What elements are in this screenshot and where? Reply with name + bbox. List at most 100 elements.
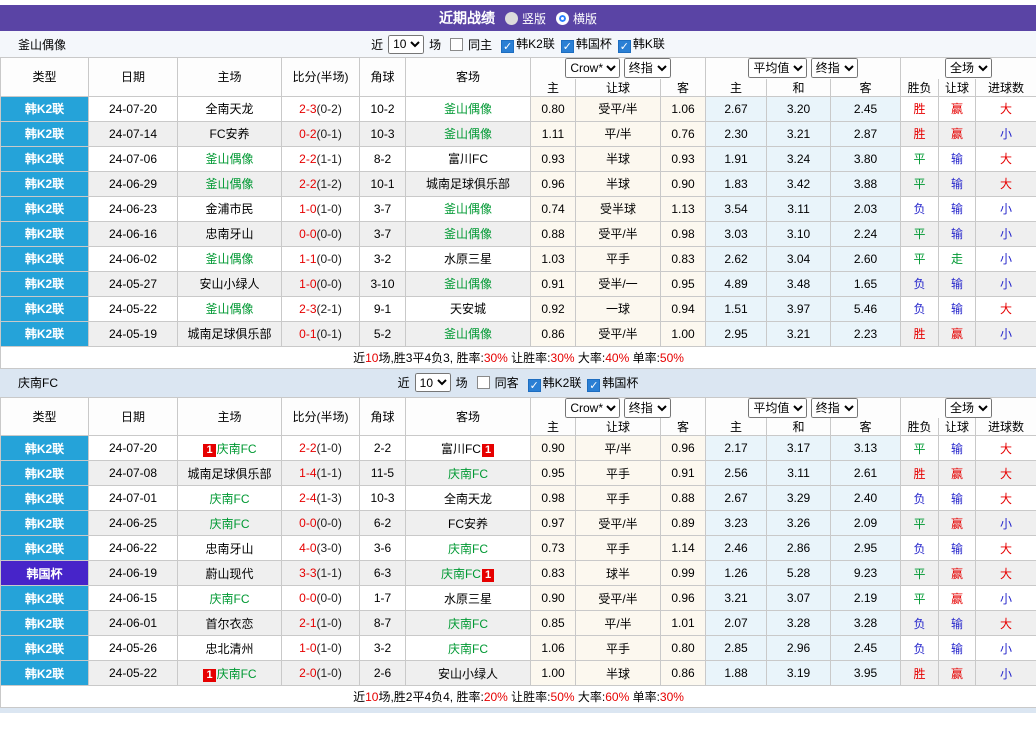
league-type-cell: 韩K2联 <box>0 460 89 486</box>
match-row: 韩K2联 24-07-14 FC安养 0-2(0-1) 10-3 釜山偶像 1.11 平/半 0… <box>0 120 1036 147</box>
crow-home-odds-cell: 0.97 <box>530 510 576 536</box>
fullgame-select[interactable]: 全场 <box>945 58 993 79</box>
avg-away-odds-cell: 3.95 <box>830 660 902 686</box>
team-name: 庆南FC <box>448 641 488 656</box>
team-name: 忠南牙山 <box>205 227 254 241</box>
match-row: 韩K2联 24-07-20 1 庆南FC 2-2(1-0) 2-2 富川FC 1 0.90 平/半… <box>0 435 1036 461</box>
team-name: 庆南FC <box>216 441 257 456</box>
avg-draw-odds-cell: 3.10 <box>766 220 832 247</box>
col-score: 比分(半场) <box>281 396 360 436</box>
crow-dropdown-group: Crow* 终指 <box>529 57 707 79</box>
fullgame-dropdown-group: 全场 <box>900 396 1036 418</box>
avg-draw-odds-cell: 3.11 <box>766 460 832 486</box>
goals-result-cell: 大 <box>975 560 1036 586</box>
avg-draw-odds-cell: 3.21 <box>766 320 832 347</box>
radio-horizontal-label: 横版 <box>573 11 598 26</box>
average-select[interactable]: 平均值 <box>748 398 808 418</box>
bookmaker-select[interactable]: Crow* <box>565 58 621 79</box>
crow-home-odds-cell: 0.83 <box>530 560 576 586</box>
handicap-result-cell: 输 <box>938 295 977 322</box>
avg-draw-odds-cell: 3.42 <box>766 170 832 197</box>
score-cell: 2-3(2-1) <box>281 295 360 322</box>
league-checkbox[interactable]: ✓ <box>587 378 601 392</box>
fullgame-select[interactable]: 全场 <box>945 398 993 418</box>
date-cell: 24-06-16 <box>88 220 178 247</box>
average-select[interactable]: 平均值 <box>748 58 808 79</box>
score-cell: 1-0(1-0) <box>281 635 360 661</box>
goals-result-cell: 小 <box>975 585 1036 611</box>
crow-away-odds-cell: 1.14 <box>659 535 707 561</box>
date-cell: 24-06-15 <box>88 585 178 611</box>
summary-text: 60% <box>605 690 630 704</box>
team-name: 富川FC <box>448 152 488 166</box>
league-checkbox[interactable]: ✓ <box>527 378 541 392</box>
corner-cell: 3-2 <box>359 635 406 661</box>
summary-text: 场,胜3平4负3, 胜率: <box>378 350 484 365</box>
final-odds-select[interactable]: 终指 <box>623 398 671 418</box>
fullgame-dropdown-group: 全场 <box>900 57 1036 79</box>
result-cell: 平 <box>900 510 940 536</box>
goals-result-cell: 大 <box>975 295 1036 322</box>
handicap-result-cell: 走 <box>938 245 977 272</box>
summary-text: 近 <box>353 350 366 365</box>
handicap-result-cell: 赢 <box>938 660 977 686</box>
crow-handicap-cell: 受平/半 <box>575 585 661 611</box>
result-cell: 胜 <box>900 320 940 347</box>
halftime-score: (0-2) <box>316 101 342 116</box>
score-cell: 2-2(1-2) <box>281 170 360 197</box>
match-row: 韩K2联 24-05-22 1 庆南FC 2-0(1-0) 2-6 安山小绿人 1.00 半球 0… <box>0 660 1036 686</box>
summary-text: 大率: <box>574 350 606 365</box>
halftime-score: (0-0) <box>316 516 342 530</box>
result-cell: 负 <box>900 635 940 661</box>
crow-handicap-cell: 平/半 <box>575 435 661 461</box>
team-name: 安山小绿人 <box>437 666 498 681</box>
final-odds-select[interactable]: 终指 <box>623 58 671 79</box>
radio-unselected-icon[interactable] <box>556 11 569 25</box>
crow-handicap-cell: 平手 <box>575 635 661 661</box>
result-cell: 平 <box>900 145 940 172</box>
result-cell: 负 <box>900 270 940 297</box>
crow-handicap-cell: 受平/半 <box>575 320 661 347</box>
league-checkbox[interactable]: ✓ <box>501 40 515 53</box>
avg-home-odds-cell: 2.30 <box>705 120 768 147</box>
team-name: 水原三星 <box>443 252 492 266</box>
radio-horizontal-layout[interactable]: 横版 <box>556 10 597 27</box>
same-venue-checkbox[interactable] <box>476 376 490 389</box>
col-type: 类型 <box>0 57 89 96</box>
match-row: 韩K2联 24-06-01 首尔衣恋 2-1(1-0) 8-7 庆南FC 0.85 平/半 1.… <box>0 610 1036 636</box>
team-name: 庆南FC <box>448 616 488 631</box>
avg-draw-odds-cell: 3.11 <box>766 195 832 222</box>
league-type-cell: 韩K2联 <box>0 120 89 147</box>
result-cell: 胜 <box>900 95 940 122</box>
col-crow-handicap: 让球 <box>575 418 661 436</box>
result-cell: 平 <box>900 435 940 461</box>
league-checkbox[interactable]: ✓ <box>560 40 574 53</box>
date-cell: 24-07-01 <box>88 485 178 511</box>
corner-cell: 3-2 <box>359 245 406 272</box>
fulltime-score: 0-0 <box>299 591 317 605</box>
score-cell: 2-3(0-2) <box>281 95 360 122</box>
goals-result-cell: 大 <box>975 610 1036 636</box>
avg-home-odds-cell: 3.03 <box>705 220 768 247</box>
same-venue-checkbox[interactable] <box>450 37 464 51</box>
score-cell: 2-4(1-3) <box>281 485 360 511</box>
recent-count-select[interactable]: 10 <box>414 373 451 392</box>
title-bar: 近期战绩 竖版 横版 <box>0 5 1036 31</box>
avg-home-odds-cell: 3.23 <box>705 510 768 536</box>
final-odds-select-2[interactable]: 终指 <box>810 398 858 418</box>
score-cell: 0-0(0-0) <box>281 220 360 247</box>
final-odds-select-2[interactable]: 终指 <box>810 58 858 79</box>
league-type-cell: 韩K2联 <box>0 510 89 536</box>
bookmaker-select[interactable]: Crow* <box>565 398 621 418</box>
corner-cell: 5-2 <box>359 320 406 347</box>
halftime-score: (0-1) <box>316 326 342 341</box>
recent-count-select[interactable]: 10 <box>388 34 425 54</box>
goals-result-cell: 小 <box>975 320 1036 347</box>
league-checkbox[interactable]: ✓ <box>617 40 631 53</box>
radio-vertical-layout[interactable]: 竖版 <box>504 10 546 27</box>
radio-selected-icon[interactable] <box>504 11 518 25</box>
corner-cell: 8-2 <box>359 145 406 172</box>
team-name: FC安养 <box>209 127 250 141</box>
games-label: 场 <box>455 376 468 390</box>
summary-text: 10 <box>365 690 379 704</box>
